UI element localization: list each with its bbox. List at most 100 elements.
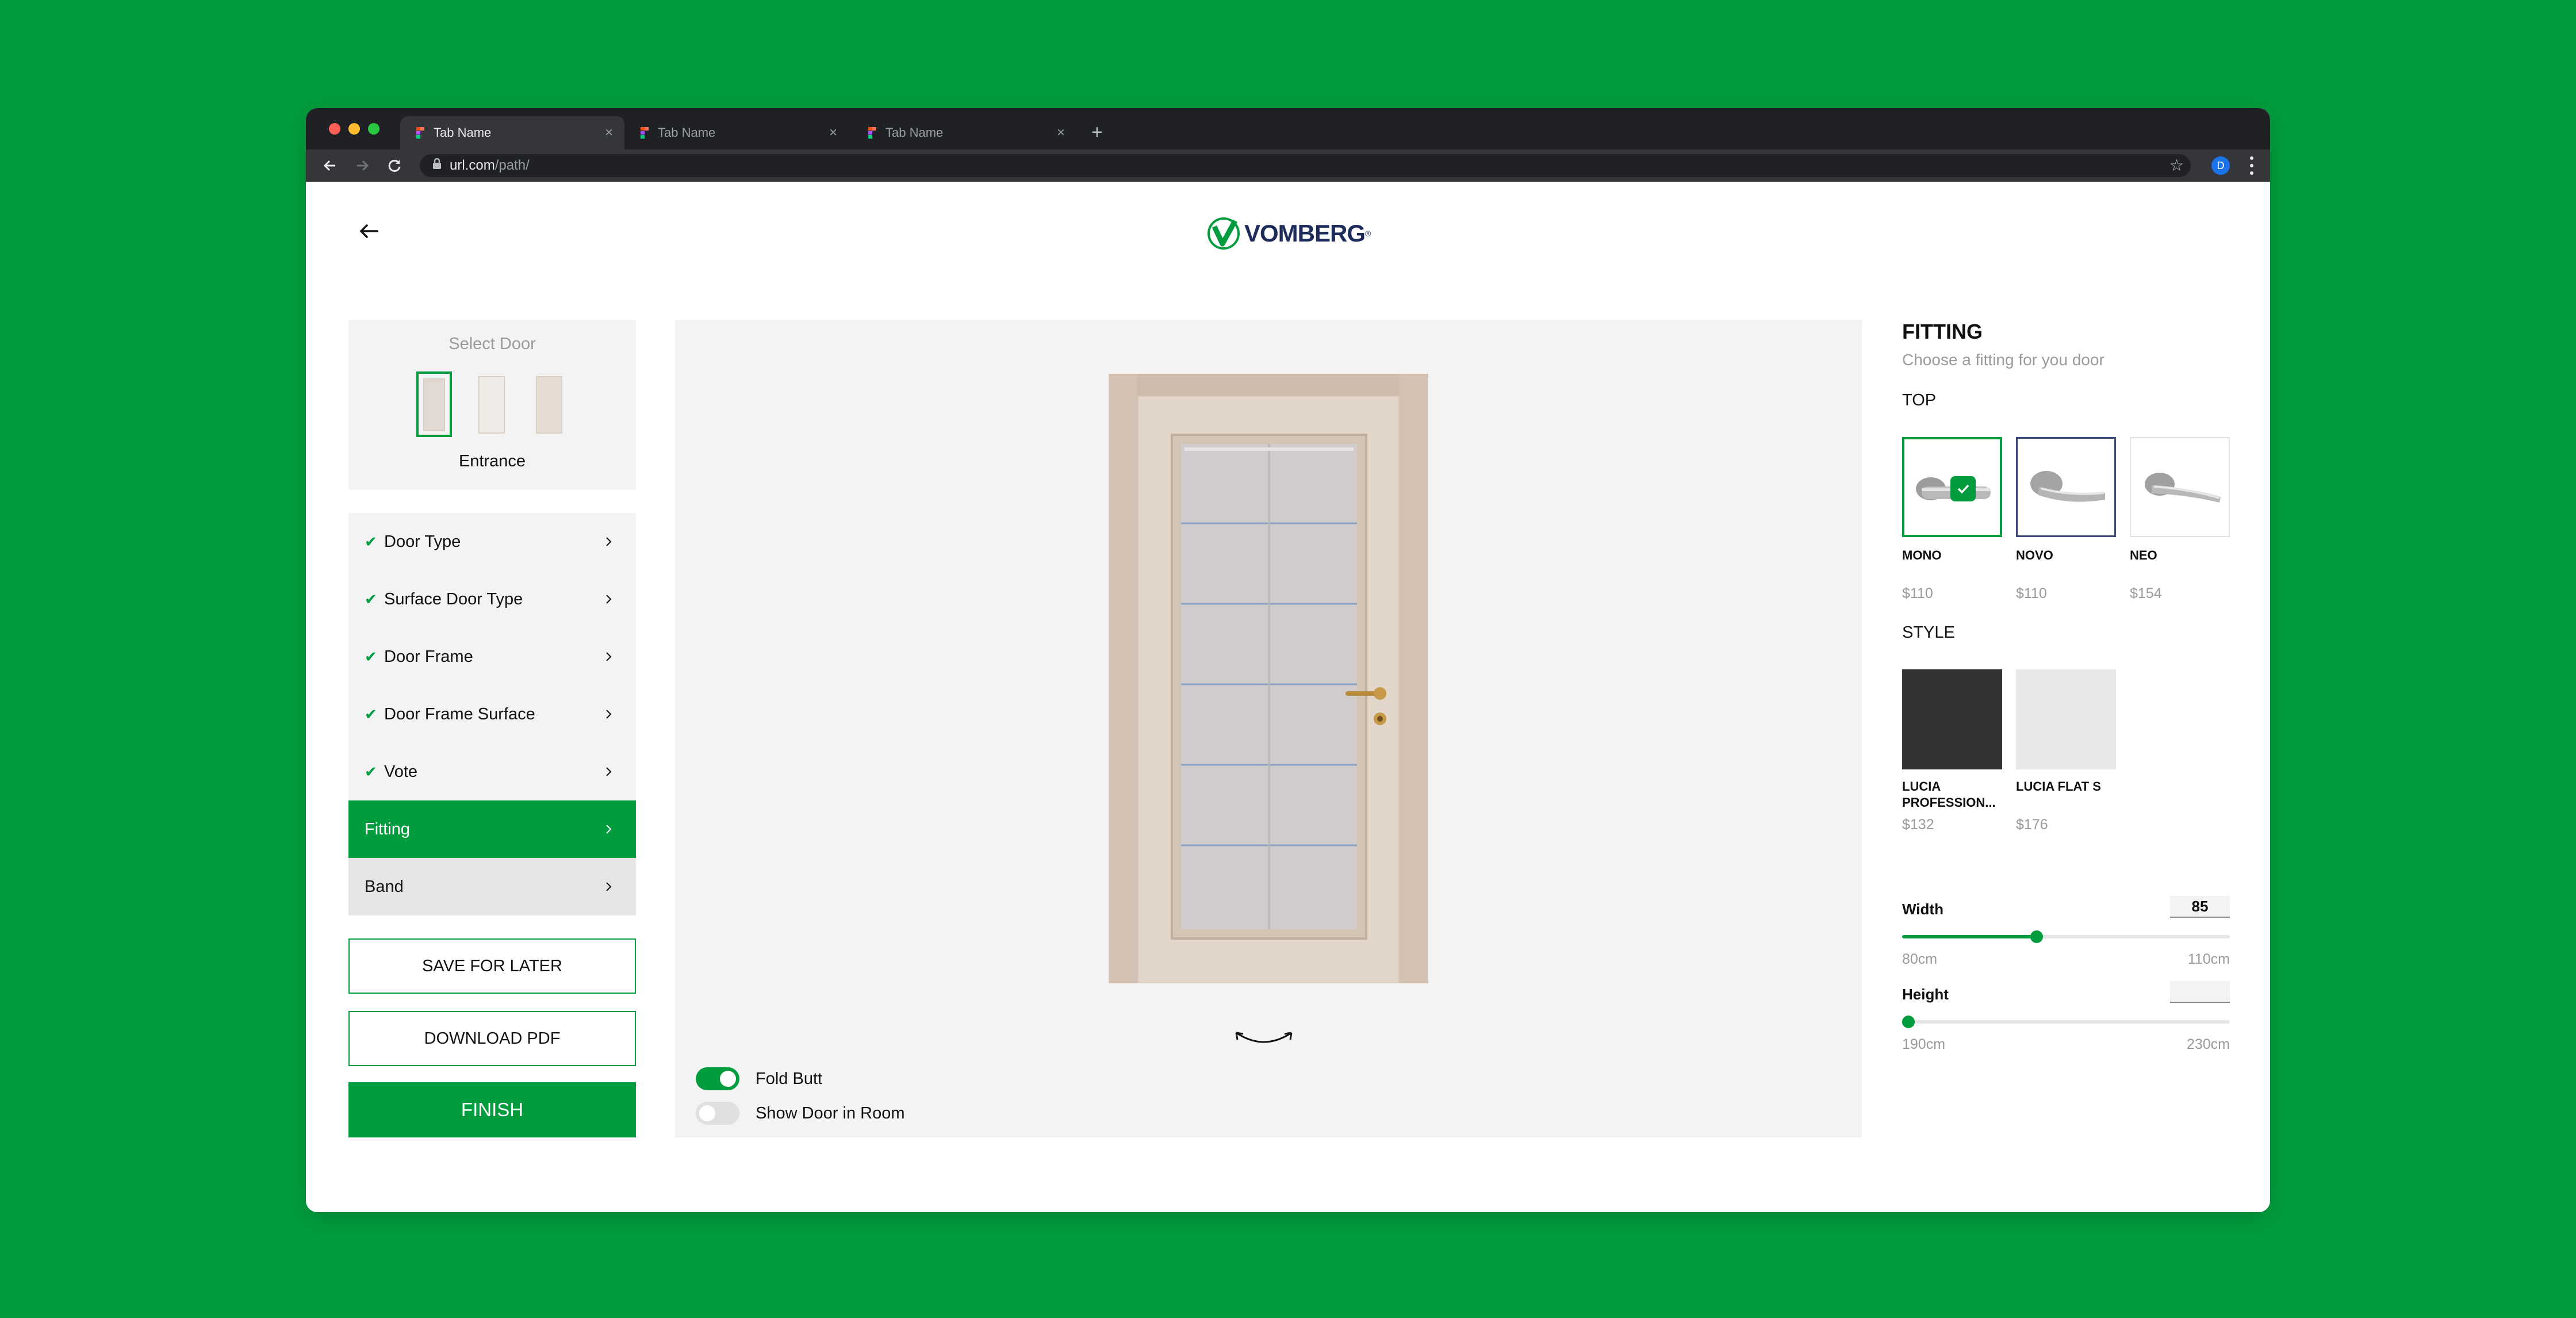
- height-label: Height: [1902, 986, 1949, 1003]
- forward-nav-icon[interactable]: [352, 155, 373, 176]
- chevron-right-icon: [606, 710, 612, 719]
- reload-icon[interactable]: [384, 155, 405, 176]
- fitting-option-neo[interactable]: NEO $154: [2130, 437, 2230, 601]
- fold-butt-toggle[interactable]: [696, 1067, 739, 1090]
- height-slider[interactable]: [1902, 1016, 2230, 1028]
- fitting-option-name: NOVO: [2016, 548, 2053, 562]
- door-selector-title: Select Door: [448, 335, 536, 353]
- step-fitting[interactable]: Fitting: [348, 800, 636, 858]
- lever-handle-image: [2030, 471, 2105, 502]
- height-min-label: 190cm: [1902, 1036, 1946, 1052]
- step-door-type[interactable]: ✔ Door Type: [348, 513, 636, 570]
- browser-menu-icon[interactable]: [2249, 156, 2254, 175]
- width-label: Width: [1902, 901, 1943, 918]
- step-door-frame[interactable]: ✔ Door Frame: [348, 628, 636, 685]
- width-slider[interactable]: [1902, 930, 2230, 943]
- url-host: url.com: [450, 158, 495, 173]
- configurator-page: VOMBERG ® Select Door Entrance ✔ Door Typ…: [306, 182, 2270, 1212]
- browser-window: Tab Name × Tab Name × Tab Name × + url.c…: [306, 108, 2270, 1212]
- chevron-right-icon: [606, 882, 612, 891]
- browser-toolbar: url.com/path/ ☆ D: [306, 150, 2270, 182]
- browser-tab-1[interactable]: Tab Name ×: [400, 116, 624, 150]
- bookmark-star-icon[interactable]: ☆: [2169, 156, 2184, 175]
- lock-icon: [432, 158, 442, 174]
- step-door-frame-surface[interactable]: ✔ Door Frame Surface: [348, 685, 636, 743]
- back-nav-icon[interactable]: [320, 155, 340, 176]
- height-slider-handle[interactable]: [1902, 1016, 1915, 1028]
- fitting-option-novo[interactable]: NOVO $110: [2016, 437, 2116, 601]
- new-tab-icon[interactable]: +: [1091, 121, 1103, 144]
- fitting-subtitle: Choose a fitting for you door: [1902, 351, 2104, 369]
- door-thumb-1[interactable]: [416, 371, 452, 437]
- style-option-lucia-professional[interactable]: LUCIA PROFESSION... $132: [1902, 669, 2002, 833]
- style-option-name: LUCIA PROFESSION...: [1902, 779, 1996, 810]
- tab-close-icon[interactable]: ×: [829, 125, 837, 141]
- rotate-view-icon[interactable]: [1233, 1025, 1295, 1048]
- save-for-later-button[interactable]: SAVE FOR LATER: [348, 938, 636, 994]
- address-bar[interactable]: url.com/path/: [420, 154, 2191, 177]
- step-surface-door-type[interactable]: ✔ Surface Door Type: [348, 570, 636, 628]
- fitting-panel: FITTING Choose a fitting for you door TO…: [1902, 320, 2230, 1052]
- width-slider-fill: [1902, 935, 2037, 938]
- vomberg-logo: VOMBERG ®: [1206, 216, 1371, 251]
- browser-tab-2[interactable]: Tab Name ×: [624, 116, 849, 150]
- fitting-option-mono[interactable]: MONO $110: [1902, 437, 2002, 601]
- door-thumb-2[interactable]: [474, 371, 509, 437]
- style-option-price: $176: [2016, 817, 2048, 833]
- back-arrow-icon[interactable]: [355, 217, 383, 245]
- maximize-window-button[interactable]: [368, 123, 379, 135]
- minimize-window-button[interactable]: [348, 123, 360, 135]
- checkmark-icon: ✔: [365, 532, 377, 550]
- width-value-input[interactable]: 85: [2170, 896, 2230, 918]
- top-section-label: TOP: [1902, 391, 1937, 409]
- checkmark-icon: ✔: [365, 590, 377, 608]
- checkmark-icon: ✔: [365, 763, 377, 780]
- height-value-input[interactable]: [2170, 981, 2230, 1003]
- style-swatch: [1902, 669, 2002, 769]
- chevron-right-icon: [606, 767, 612, 776]
- browser-tab-3[interactable]: Tab Name ×: [852, 116, 1076, 150]
- style-swatch: [2016, 669, 2116, 769]
- step-band[interactable]: Band: [348, 858, 636, 915]
- width-min-label: 80cm: [1902, 951, 1938, 967]
- step-label: Band: [365, 877, 404, 896]
- download-pdf-button[interactable]: DOWNLOAD PDF: [348, 1011, 636, 1066]
- fitting-option-price: $154: [2130, 585, 2162, 601]
- profile-avatar[interactable]: D: [2211, 156, 2230, 175]
- chevron-right-icon: [606, 595, 612, 604]
- tab-title: Tab Name: [885, 125, 944, 140]
- fitting-option-price: $110: [1902, 585, 1933, 601]
- step-label: Door Type: [384, 532, 461, 551]
- chevron-right-icon: [606, 652, 612, 661]
- show-door-in-room-toggle[interactable]: [696, 1102, 739, 1125]
- show-room-toggle-row: Show Door in Room: [696, 1102, 905, 1125]
- window-controls: [329, 123, 379, 135]
- door-preview-panel: Fold Butt Show Door in Room: [675, 320, 1862, 1137]
- fitting-option-name: NEO: [2130, 548, 2157, 562]
- style-option-price: $132: [1902, 817, 1934, 833]
- width-slider-handle[interactable]: [2030, 930, 2043, 943]
- tab-close-icon[interactable]: ×: [1057, 125, 1065, 141]
- step-label: Door Frame: [384, 647, 473, 666]
- configuration-steps: ✔ Door Type ✔ Surface Door Type ✔ Door F…: [348, 513, 636, 915]
- close-window-button[interactable]: [329, 123, 340, 135]
- checkmark-icon: ✔: [365, 647, 377, 665]
- width-max-label: 110cm: [2187, 951, 2230, 967]
- figma-icon: [868, 127, 876, 139]
- fold-butt-toggle-row: Fold Butt: [696, 1067, 822, 1090]
- style-option-name: LUCIA FLAT S: [2016, 779, 2101, 794]
- selected-check-icon: [1950, 476, 1976, 501]
- tab-title: Tab Name: [434, 125, 492, 140]
- lever-handle-image: [2145, 473, 2221, 503]
- tab-title: Tab Name: [658, 125, 716, 140]
- step-label: Surface Door Type: [384, 589, 523, 608]
- style-option-lucia-flat-s[interactable]: LUCIA FLAT S $176: [2016, 669, 2116, 833]
- show-door-in-room-label: Show Door in Room: [756, 1104, 905, 1122]
- finish-button[interactable]: FINISH: [348, 1082, 636, 1137]
- chevron-right-icon: [606, 825, 612, 834]
- step-vote[interactable]: ✔ Vote: [348, 743, 636, 800]
- door-thumb-3[interactable]: [531, 371, 567, 437]
- style-section-label: STYLE: [1902, 623, 1955, 642]
- height-max-label: 230cm: [2186, 1036, 2230, 1052]
- tab-close-icon[interactable]: ×: [605, 125, 613, 141]
